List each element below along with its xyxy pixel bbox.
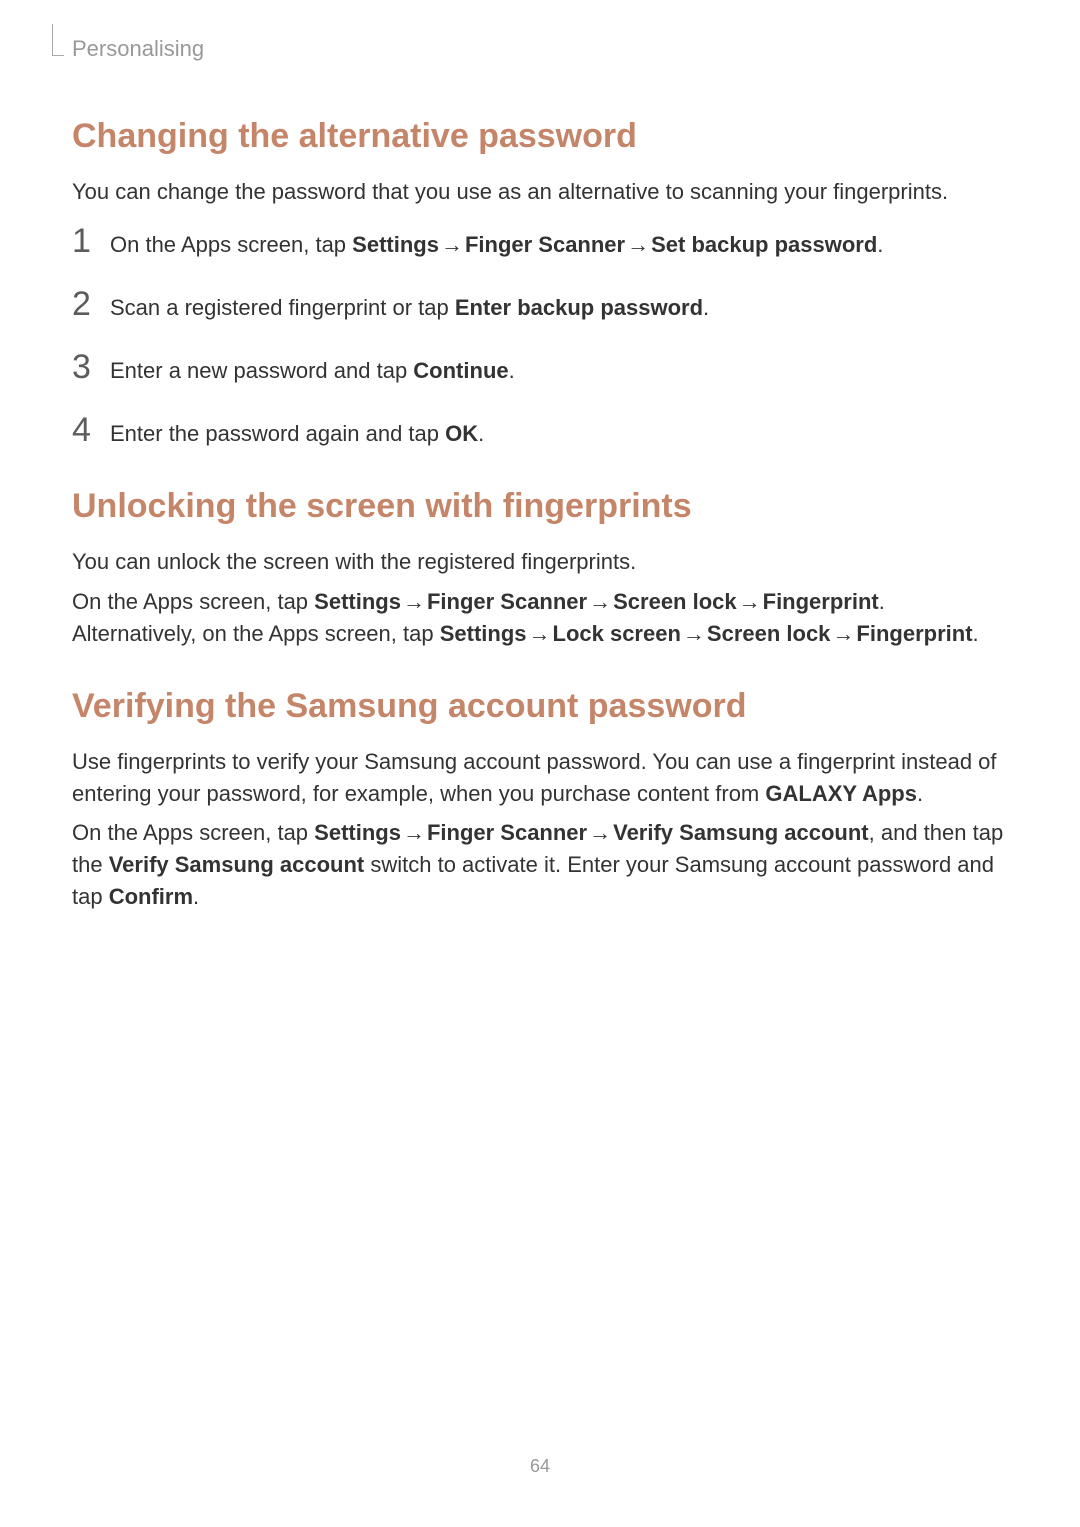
step-text: On the Apps screen, tap Settings→Finger … — [110, 225, 883, 261]
section-changing-password: Changing the alternative password You ca… — [72, 114, 1008, 450]
section-heading: Unlocking the screen with fingerprints — [72, 484, 1008, 528]
section-heading: Verifying the Samsung account password — [72, 684, 1008, 728]
step-number: 4 — [72, 413, 110, 447]
step-text: Scan a registered fingerprint or tap Ent… — [110, 288, 709, 324]
step-list: 1 On the Apps screen, tap Settings→Finge… — [72, 224, 1008, 450]
header-marker — [52, 24, 64, 56]
section-body: Use fingerprints to verify your Samsung … — [72, 746, 1008, 810]
step-item: 3 Enter a new password and tap Continue. — [72, 350, 1008, 387]
step-item: 2 Scan a registered fingerprint or tap E… — [72, 287, 1008, 324]
step-item: 1 On the Apps screen, tap Settings→Finge… — [72, 224, 1008, 261]
page-number: 64 — [0, 1456, 1080, 1477]
step-item: 4 Enter the password again and tap OK. — [72, 413, 1008, 450]
section-intro: You can unlock the screen with the regis… — [72, 546, 1008, 578]
step-text: Enter the password again and tap OK. — [110, 414, 484, 450]
section-body: On the Apps screen, tap Settings→Finger … — [72, 586, 1008, 650]
chapter-title: Personalising — [72, 36, 204, 62]
page-content: Changing the alternative password You ca… — [72, 100, 1008, 947]
section-body: On the Apps screen, tap Settings→Finger … — [72, 817, 1008, 913]
step-number: 1 — [72, 224, 110, 258]
step-number: 3 — [72, 350, 110, 384]
step-number: 2 — [72, 287, 110, 321]
section-unlocking-fingerprints: Unlocking the screen with fingerprints Y… — [72, 484, 1008, 650]
section-heading: Changing the alternative password — [72, 114, 1008, 158]
step-text: Enter a new password and tap Continue. — [110, 351, 515, 387]
section-verifying-samsung: Verifying the Samsung account password U… — [72, 684, 1008, 914]
section-intro: You can change the password that you use… — [72, 176, 1008, 208]
